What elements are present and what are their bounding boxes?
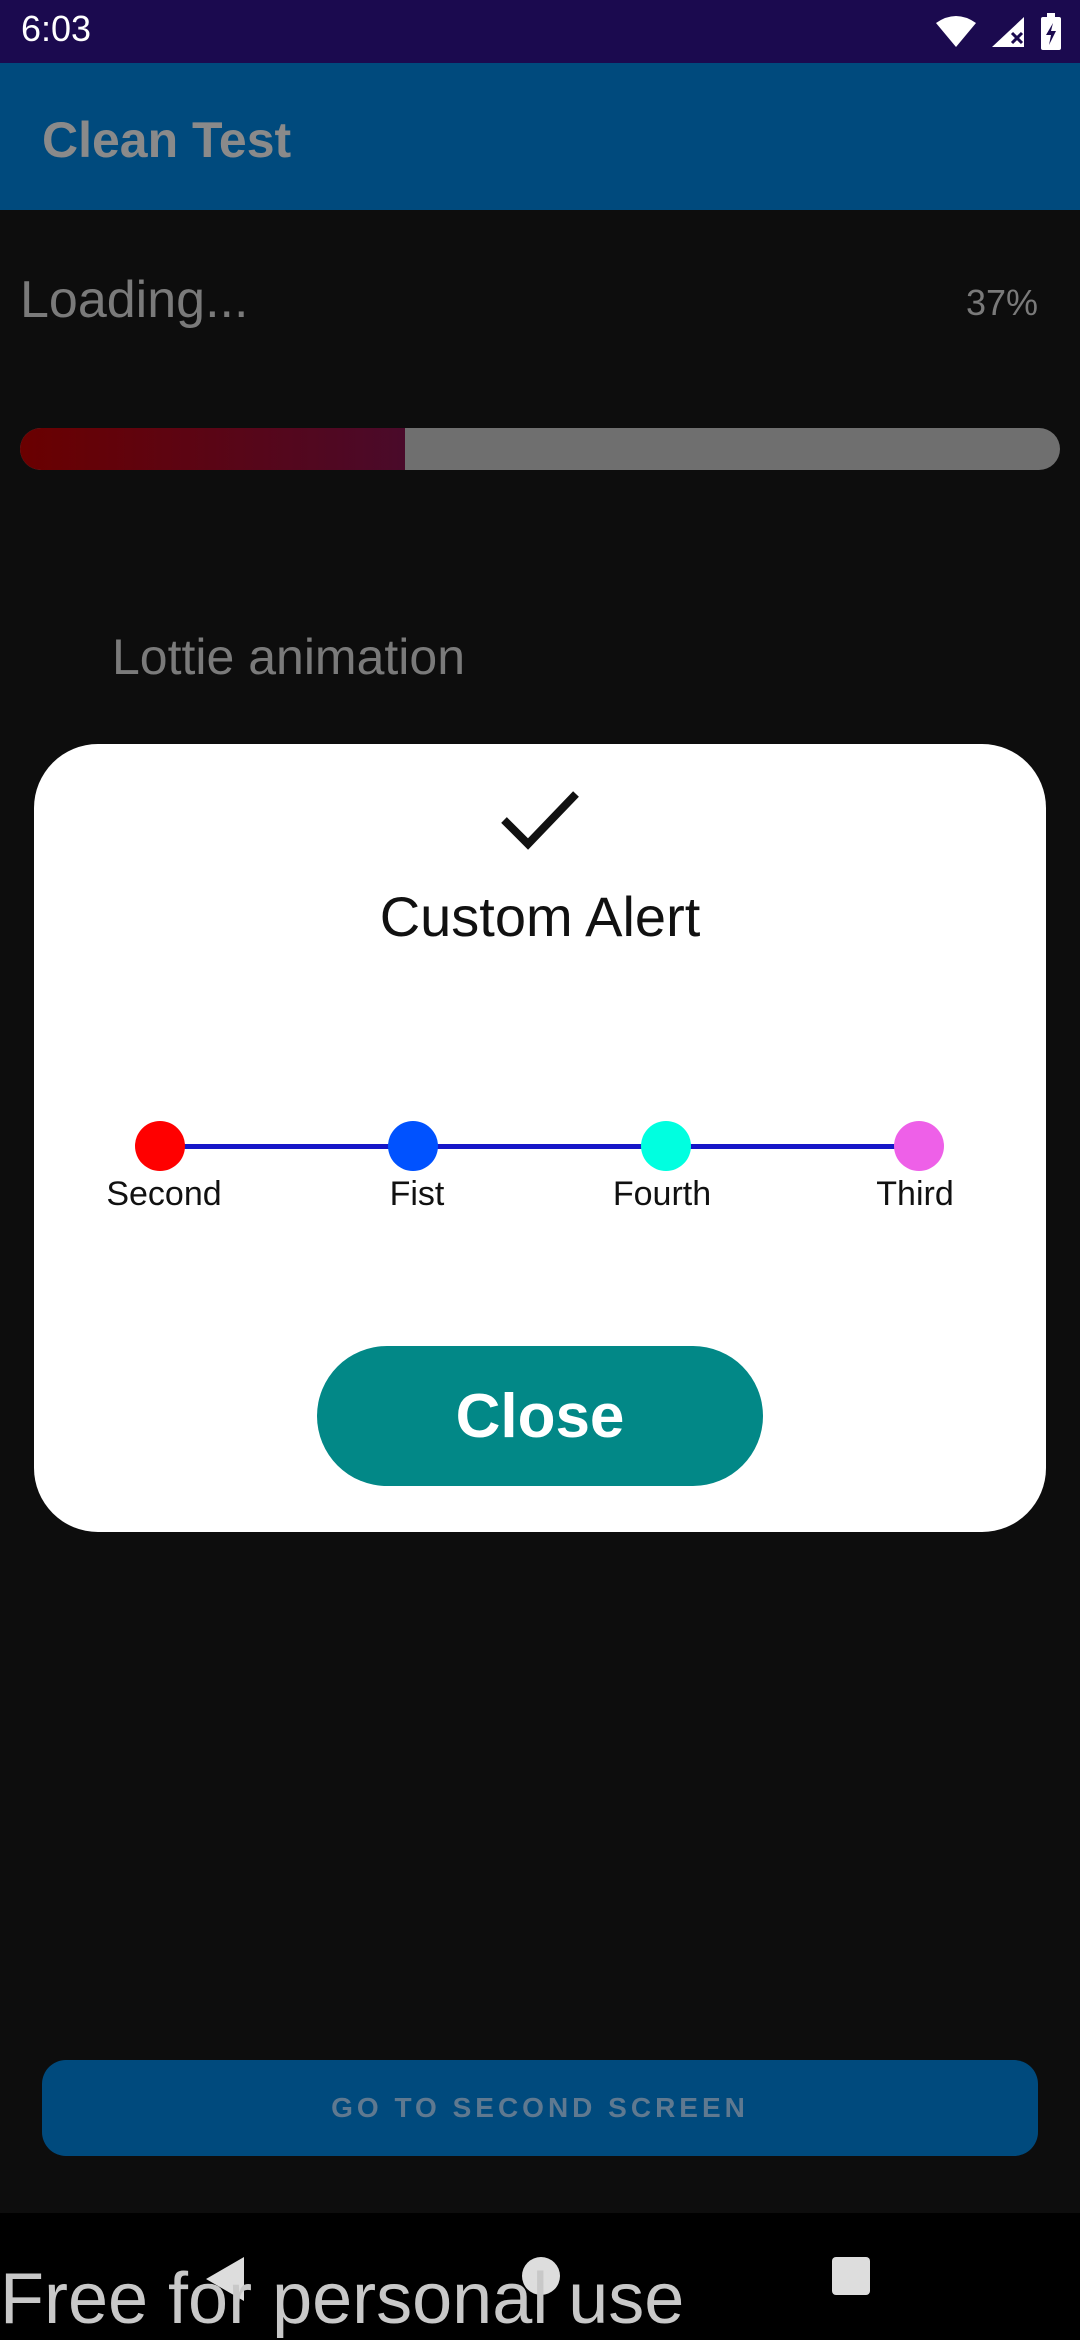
step-label-1: Second bbox=[106, 1175, 222, 1213]
step-dot-1 bbox=[135, 1121, 185, 1171]
step-label-3: Fourth bbox=[612, 1175, 712, 1213]
progress-bar bbox=[20, 428, 1060, 470]
app-title: Clean Test bbox=[42, 112, 292, 168]
status-time: 6:03 bbox=[21, 8, 92, 49]
step-label-2: Fist bbox=[389, 1175, 445, 1213]
status-icons bbox=[936, 12, 1062, 52]
battery-icon bbox=[1041, 13, 1061, 50]
dialog-title: Custom Alert bbox=[379, 885, 701, 948]
app-bar: Clean Test bbox=[0, 63, 1080, 210]
step-dot-4 bbox=[894, 1121, 944, 1171]
step-dot-2 bbox=[388, 1121, 438, 1171]
status-bar: 6:03 bbox=[0, 0, 1080, 63]
wifi-icon bbox=[936, 16, 976, 47]
step-dot-3 bbox=[641, 1121, 691, 1171]
close-button[interactable]: Close bbox=[317, 1346, 763, 1486]
lottie-label: Lottie animation bbox=[112, 629, 466, 685]
recents-icon[interactable] bbox=[832, 2257, 870, 2295]
stepper-line bbox=[160, 1144, 920, 1149]
watermark: Free for personal use bbox=[0, 2259, 685, 2339]
go-to-second-screen-button[interactable]: GO TO SECOND SCREEN bbox=[42, 2060, 1038, 2156]
signal-icon bbox=[992, 17, 1024, 47]
progress-fill bbox=[20, 428, 405, 470]
check-icon bbox=[501, 791, 579, 850]
custom-alert-dialog: Custom Alert Second Fist Fourth Third Cl… bbox=[34, 744, 1046, 1532]
step-label-4: Third bbox=[876, 1175, 954, 1213]
stepper: Second Fist Fourth Third bbox=[34, 1119, 1046, 1229]
loading-label: Loading... bbox=[20, 271, 249, 329]
loading-percent: 37% bbox=[965, 282, 1038, 323]
